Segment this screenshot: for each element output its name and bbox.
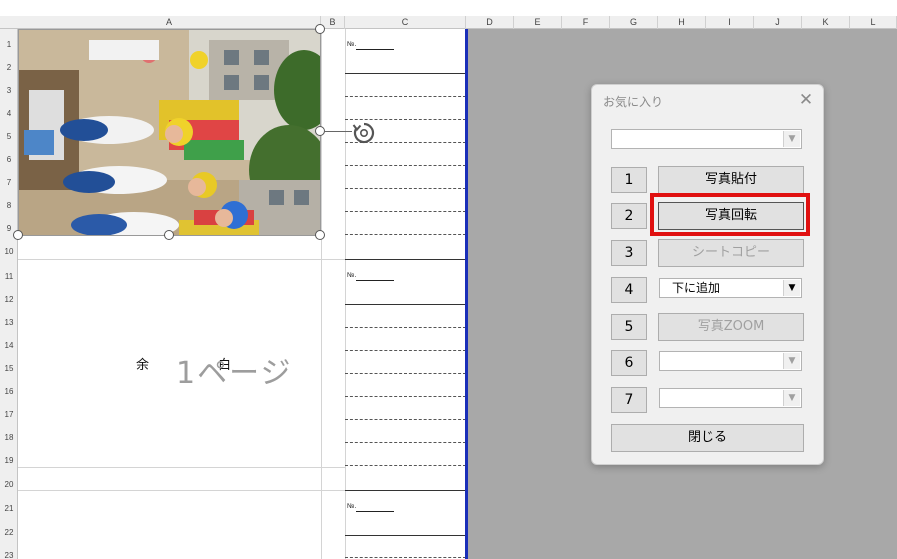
dropdown-arrow-icon[interactable]: ▼ — [783, 390, 800, 406]
favorites-dialog: お気に入り ✕ ▼ 1 写真貼付 2 写真回転 3 シートコピー 4 下に追加 … — [591, 84, 824, 465]
close-icon[interactable]: ✕ — [797, 91, 815, 109]
gridline — [345, 29, 346, 559]
column-header-g[interactable]: G — [610, 16, 658, 29]
line-dashed — [345, 373, 466, 374]
resize-handle-bottom[interactable] — [164, 230, 174, 240]
number-box-6: 6 — [611, 350, 647, 376]
number-underline — [356, 49, 394, 50]
number-box-3: 3 — [611, 240, 647, 266]
insert-position-combo[interactable]: 下に追加 ▼ — [659, 278, 802, 298]
line-dashed — [345, 442, 466, 443]
line-dashed — [345, 419, 466, 420]
row-header[interactable]: 5 — [0, 130, 18, 144]
rotate-handle-stem — [325, 131, 352, 132]
number-underline — [356, 280, 394, 281]
line-solid — [345, 304, 466, 305]
line-dashed — [345, 96, 466, 97]
row-header[interactable]: 6 — [0, 153, 18, 167]
row-header[interactable]: 21 — [0, 502, 18, 516]
row-header[interactable]: 10 — [0, 245, 18, 259]
close-dialog-button[interactable]: 閉じる — [611, 424, 804, 452]
resize-handle-right[interactable] — [315, 126, 325, 136]
number-label: №. — [347, 272, 357, 279]
line-solid — [345, 535, 466, 536]
line-dashed — [345, 165, 466, 166]
line-solid — [345, 73, 466, 74]
gridline — [18, 259, 345, 260]
option-combo-6[interactable]: ▼ — [659, 351, 802, 371]
rotate-icon[interactable] — [351, 120, 377, 146]
column-header-l[interactable]: L — [850, 16, 897, 29]
row-header[interactable]: 8 — [0, 199, 18, 213]
dropdown-arrow-icon[interactable]: ▼ — [783, 280, 800, 296]
row-header[interactable]: 22 — [0, 526, 18, 540]
row-header-bar: 1 2 3 4 5 6 7 8 9 10 11 12 13 14 15 16 1… — [0, 29, 18, 559]
dialog-title: お気に入り — [603, 95, 664, 109]
favorites-combo[interactable]: ▼ — [611, 129, 802, 149]
photo-image[interactable] — [18, 29, 321, 236]
line-solid — [345, 490, 466, 491]
number-box-5: 5 — [611, 314, 647, 340]
dropdown-arrow-icon[interactable]: ▼ — [783, 353, 800, 369]
row-header[interactable]: 12 — [0, 293, 18, 307]
line-dashed — [345, 211, 466, 212]
column-header-k[interactable]: K — [802, 16, 850, 29]
resize-handle-top-right[interactable] — [315, 24, 325, 34]
column-header-c[interactable]: C — [345, 16, 466, 29]
highlight-box — [650, 193, 810, 236]
photo-illustration — [19, 30, 320, 235]
row-header[interactable]: 2 — [0, 61, 18, 75]
line-dashed — [345, 350, 466, 351]
row-header[interactable]: 1 — [0, 38, 18, 52]
line-dashed — [345, 188, 466, 189]
line-solid — [345, 259, 466, 260]
row-header[interactable]: 14 — [0, 339, 18, 353]
number-box-2: 2 — [611, 203, 647, 229]
sheet-copy-button[interactable]: シートコピー — [658, 239, 804, 267]
column-header-a[interactable]: A — [18, 16, 321, 29]
line-dashed — [345, 396, 466, 397]
line-dashed — [345, 557, 466, 558]
photo-zoom-button[interactable]: 写真ZOOM — [658, 313, 804, 341]
column-header-i[interactable]: I — [706, 16, 754, 29]
resize-handle-bottom-left[interactable] — [13, 230, 23, 240]
gridline — [321, 29, 322, 559]
option-combo-7[interactable]: ▼ — [659, 388, 802, 408]
line-dashed — [345, 327, 466, 328]
paste-photo-button[interactable]: 写真貼付 — [658, 166, 804, 194]
gridline — [18, 490, 345, 491]
row-header[interactable]: 18 — [0, 431, 18, 445]
column-header-j[interactable]: J — [754, 16, 802, 29]
number-box-1: 1 — [611, 167, 647, 193]
row-header[interactable]: 3 — [0, 84, 18, 98]
column-header-bar: A B C D E F G H I J K L — [0, 16, 897, 29]
row-header[interactable]: 15 — [0, 362, 18, 376]
column-header-h[interactable]: H — [658, 16, 706, 29]
number-underline — [356, 511, 394, 512]
number-label: №. — [347, 41, 357, 48]
row-header[interactable]: 19 — [0, 454, 18, 468]
row-header[interactable]: 16 — [0, 385, 18, 399]
column-header-e[interactable]: E — [514, 16, 562, 29]
row-header[interactable]: 11 — [0, 270, 18, 284]
page-watermark: 1ページ — [176, 356, 293, 391]
formula-bar-strip — [0, 0, 897, 16]
dropdown-arrow-icon[interactable]: ▼ — [783, 131, 800, 147]
column-header-f[interactable]: F — [562, 16, 610, 29]
line-dashed — [345, 465, 466, 466]
row-header[interactable]: 23 — [0, 549, 18, 559]
row-header[interactable]: 4 — [0, 107, 18, 121]
row-header[interactable]: 20 — [0, 478, 18, 492]
gridline — [18, 467, 345, 468]
combo-value: 下に追加 — [672, 281, 721, 295]
line-dashed — [345, 234, 466, 235]
number-box-7: 7 — [611, 387, 647, 413]
row-header[interactable]: 17 — [0, 408, 18, 422]
column-header-d[interactable]: D — [466, 16, 514, 29]
row-header[interactable]: 13 — [0, 316, 18, 330]
resize-handle-bottom-right[interactable] — [315, 230, 325, 240]
row-header[interactable]: 7 — [0, 176, 18, 190]
number-box-4: 4 — [611, 277, 647, 303]
number-label: №. — [347, 503, 357, 510]
